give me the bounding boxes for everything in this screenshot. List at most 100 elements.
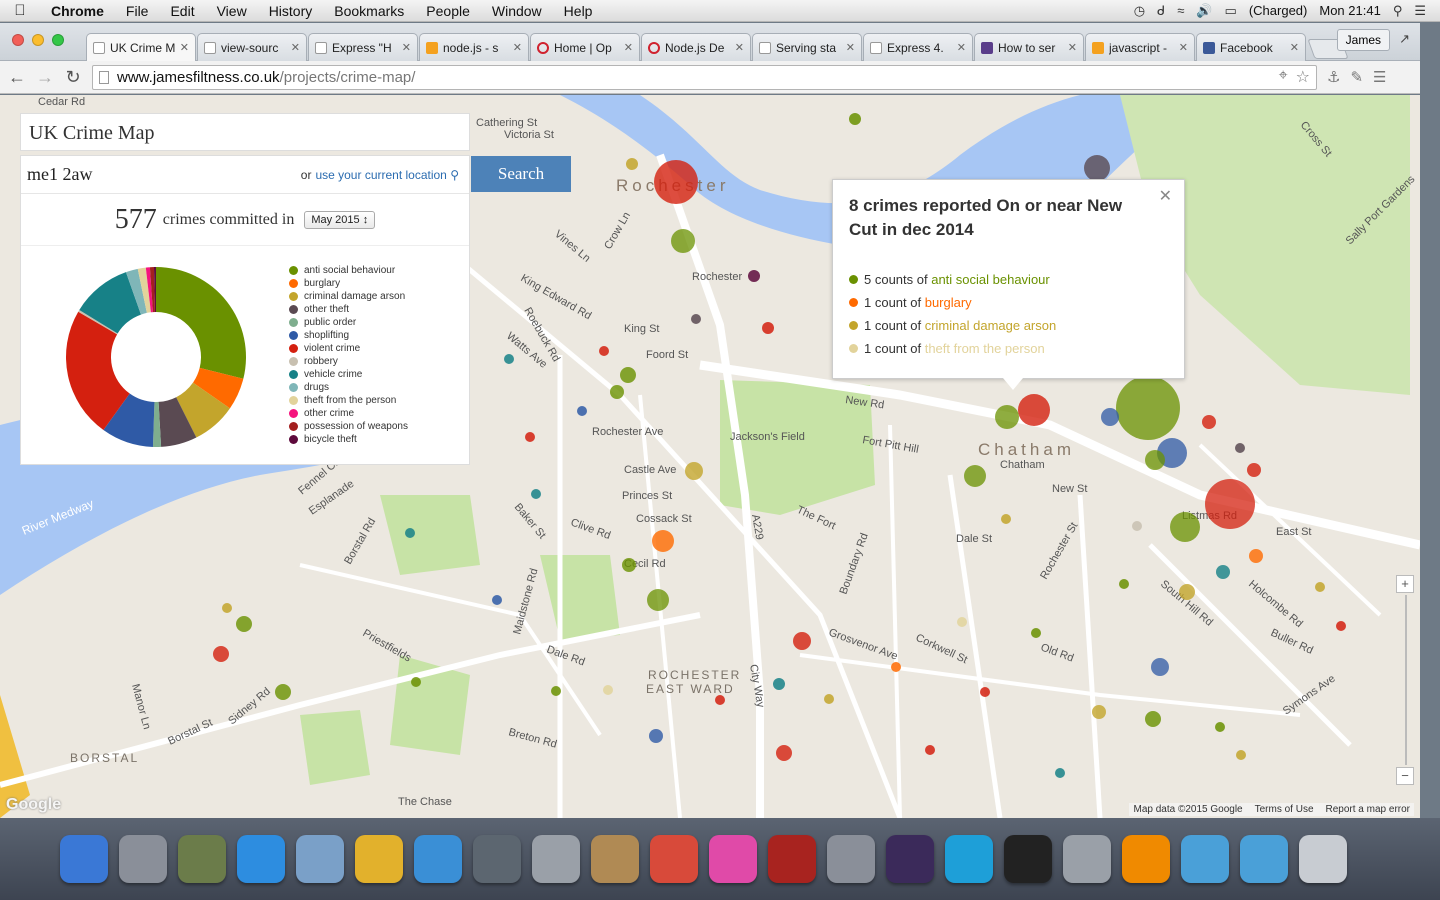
terms-link[interactable]: Terms of Use	[1255, 804, 1314, 815]
postcode-input[interactable]: me1 2aw	[21, 164, 301, 185]
time-machine-icon[interactable]: ◷	[1134, 3, 1145, 19]
dock-safari-icon[interactable]	[414, 835, 462, 883]
chrome-menu-icon[interactable]: ☰	[1373, 68, 1386, 86]
close-tab-icon[interactable]: ✕	[291, 41, 300, 54]
extension-icon[interactable]: ⚓	[1327, 68, 1340, 86]
crime-marker[interactable]	[671, 229, 695, 253]
crime-marker[interactable]	[1018, 394, 1050, 426]
menu-file[interactable]: File	[115, 3, 160, 19]
bluetooth-icon[interactable]: ᑯ	[1157, 3, 1165, 19]
dock-photo-booth-icon[interactable]	[768, 835, 816, 883]
crime-marker[interactable]	[275, 684, 291, 700]
tab-nodejs-de[interactable]: Node.js De ✕	[641, 33, 751, 61]
dock-downloads-icon[interactable]	[1181, 835, 1229, 883]
crime-marker[interactable]	[1116, 376, 1180, 440]
crime-marker[interactable]	[652, 530, 674, 552]
crime-marker[interactable]	[531, 489, 541, 499]
donut-slice-anti-social-behaviour[interactable]	[156, 267, 246, 379]
dock-calendar-icon[interactable]	[650, 835, 698, 883]
dock-trash-icon[interactable]	[1299, 835, 1347, 883]
tab-javascript[interactable]: javascript - ✕	[1085, 33, 1195, 61]
close-tab-icon[interactable]: ✕	[1179, 41, 1188, 54]
crime-marker[interactable]	[1055, 768, 1065, 778]
dock-contacts-icon[interactable]	[591, 835, 639, 883]
close-tab-icon[interactable]: ✕	[846, 41, 855, 54]
crime-marker[interactable]	[1145, 450, 1165, 470]
tab-facebook[interactable]: Facebook ✕	[1196, 33, 1306, 61]
close-tab-icon[interactable]: ✕	[402, 41, 411, 54]
tab-express-h[interactable]: Express "H ✕	[308, 33, 418, 61]
zoom-in-button[interactable]: +	[1396, 575, 1414, 593]
close-window-button[interactable]	[12, 34, 24, 46]
crime-marker[interactable]	[492, 595, 502, 605]
crime-marker[interactable]	[715, 695, 725, 705]
tab-home-opera[interactable]: Home | Op ✕	[530, 33, 640, 61]
minimize-window-button[interactable]	[32, 34, 44, 46]
volume-icon[interactable]: 🔊	[1196, 3, 1212, 19]
dock-facetime-icon[interactable]	[473, 835, 521, 883]
dock-disk-utility-icon[interactable]	[1063, 835, 1111, 883]
crime-marker[interactable]	[1315, 582, 1325, 592]
crime-marker[interactable]	[1205, 479, 1255, 529]
location-target-icon[interactable]: ⌖	[1279, 67, 1288, 87]
crime-marker[interactable]	[603, 685, 613, 695]
close-tab-icon[interactable]: ✕	[180, 41, 189, 54]
dock-logic-icon[interactable]	[886, 835, 934, 883]
report-map-error-link[interactable]: Report a map error	[1326, 804, 1410, 815]
tab-view-source[interactable]: view-sourc ✕	[197, 33, 307, 61]
close-tab-icon[interactable]: ✕	[624, 41, 633, 54]
month-select[interactable]: May 2015 ↕	[304, 210, 376, 229]
crime-marker[interactable]	[1247, 463, 1261, 477]
crime-marker[interactable]	[776, 745, 792, 761]
menu-edit[interactable]: Edit	[159, 3, 205, 19]
crime-marker[interactable]	[649, 729, 663, 743]
crime-marker[interactable]	[1092, 705, 1106, 719]
crime-marker[interactable]	[610, 385, 624, 399]
back-arrow-icon[interactable]: ←	[8, 67, 26, 88]
wifi-icon[interactable]: ≈	[1177, 3, 1184, 18]
spotlight-search-icon[interactable]: ⚲	[1393, 3, 1403, 19]
crime-marker[interactable]	[691, 314, 701, 324]
crime-marker[interactable]	[1236, 750, 1246, 760]
crime-marker[interactable]	[525, 432, 535, 442]
crime-marker[interactable]	[654, 160, 698, 204]
tab-express-4[interactable]: Express 4. ✕	[863, 33, 973, 61]
crime-marker[interactable]	[995, 405, 1019, 429]
crime-marker[interactable]	[1031, 628, 1041, 638]
crime-marker[interactable]	[957, 617, 967, 627]
crime-marker[interactable]	[599, 346, 609, 356]
fullscreen-icon[interactable]: ↗	[1399, 31, 1410, 47]
dock-itunes-icon[interactable]	[709, 835, 757, 883]
crime-marker[interactable]	[577, 406, 587, 416]
close-tab-icon[interactable]: ✕	[735, 41, 744, 54]
close-tab-icon[interactable]: ✕	[1290, 41, 1299, 54]
profile-button[interactable]: James	[1336, 29, 1390, 51]
crime-marker[interactable]	[504, 354, 514, 364]
menu-view[interactable]: View	[206, 3, 258, 19]
page-info-icon[interactable]	[99, 70, 109, 84]
dock-finder-icon[interactable]	[60, 835, 108, 883]
battery-status[interactable]: (Charged)	[1249, 3, 1308, 18]
close-popup-icon[interactable]: ✕	[1159, 186, 1172, 206]
crime-marker[interactable]	[748, 270, 760, 282]
dock-tools-icon[interactable]	[532, 835, 580, 883]
crime-marker[interactable]	[1179, 584, 1195, 600]
dock-launchpad-icon[interactable]	[119, 835, 167, 883]
dock-app-store-icon[interactable]	[237, 835, 285, 883]
dock-terminal-icon[interactable]	[1004, 835, 1052, 883]
crime-marker[interactable]	[1249, 549, 1263, 563]
crime-marker[interactable]	[980, 687, 990, 697]
crime-marker[interactable]	[964, 465, 986, 487]
dock-chrome-icon[interactable]	[355, 835, 403, 883]
menu-history[interactable]: History	[258, 3, 324, 19]
crime-marker[interactable]	[1001, 514, 1011, 524]
menu-bookmarks[interactable]: Bookmarks	[323, 3, 415, 19]
dock-photos-icon[interactable]	[178, 835, 226, 883]
close-tab-icon[interactable]: ✕	[957, 41, 966, 54]
crime-marker[interactable]	[405, 528, 415, 538]
crime-marker[interactable]	[1235, 443, 1245, 453]
tab-serving-static[interactable]: Serving sta ✕	[752, 33, 862, 61]
crime-marker[interactable]	[236, 616, 252, 632]
crime-marker[interactable]	[1216, 565, 1230, 579]
menubar-clock[interactable]: Mon 21:41	[1319, 3, 1380, 18]
